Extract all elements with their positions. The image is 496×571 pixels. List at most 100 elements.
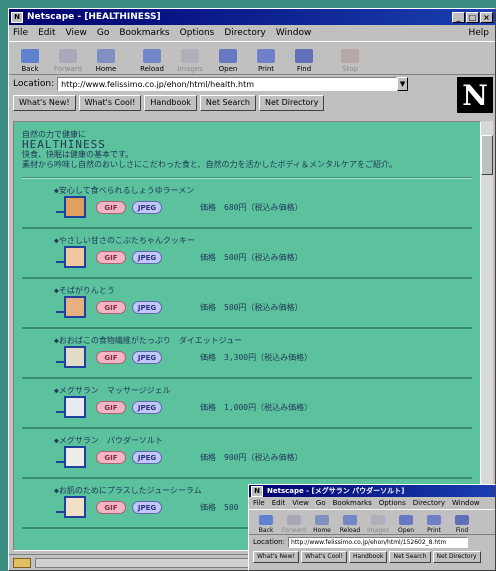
menu-file[interactable]: File <box>13 28 28 38</box>
menu-options[interactable]: Options <box>180 28 215 38</box>
jpeg-button[interactable]: JPEG <box>132 301 162 314</box>
location-dropdown-icon[interactable]: ▼ <box>397 77 409 91</box>
gif-button[interactable]: GIF <box>96 351 126 364</box>
find-button[interactable]: Find <box>449 510 475 534</box>
title-bar[interactable]: N Netscape - [HEALTHINESS] _ □ × <box>9 9 495 25</box>
forward-button[interactable]: Forward <box>281 510 307 534</box>
menu-bookmarks[interactable]: Bookmarks <box>333 499 372 507</box>
net-search-button[interactable]: Net Search <box>389 550 431 563</box>
find-button[interactable]: Find <box>287 43 321 73</box>
home-button[interactable]: Home <box>89 43 123 73</box>
whats-cool-button[interactable]: What's Cool! <box>300 550 348 563</box>
location-input[interactable] <box>57 77 398 91</box>
reload-button[interactable]: Reload <box>337 510 363 534</box>
product-name: ◆メグサラン パウダーソルト <box>54 436 163 445</box>
product-item: ◆メグサラン マッサージジェル GIF JPEG 価格 1,000円（税込み価格… <box>22 379 472 429</box>
jpeg-button[interactable]: JPEG <box>132 251 162 264</box>
home-label: Home <box>95 65 117 73</box>
net-directory-button[interactable]: Net Directory <box>432 550 481 563</box>
net-search-button[interactable]: Net Search <box>199 95 256 111</box>
reload-icon <box>143 49 161 63</box>
minimize-button[interactable]: _ <box>452 11 465 23</box>
open-button[interactable]: Open <box>211 43 245 73</box>
popup-title-bar[interactable]: N Netscape - [メグサラン パウダーソルト] <box>249 485 495 497</box>
images-button[interactable]: Images <box>365 510 391 534</box>
gif-button[interactable]: GIF <box>96 251 126 264</box>
whats-cool-button[interactable]: What's Cool! <box>78 95 142 111</box>
product-thumbnail[interactable] <box>64 246 86 268</box>
open-button[interactable]: Open <box>393 510 419 534</box>
print-label: Print <box>427 527 441 534</box>
product-thumbnail[interactable] <box>64 296 86 318</box>
whats-new-button[interactable]: What's New! <box>13 95 76 111</box>
images-button[interactable]: Images <box>173 43 207 73</box>
jpeg-button[interactable]: JPEG <box>132 451 162 464</box>
binoculars-icon <box>455 515 469 525</box>
menu-directory[interactable]: Directory <box>413 499 445 507</box>
product-thumbnail[interactable] <box>64 396 86 418</box>
menu-bookmarks[interactable]: Bookmarks <box>119 28 169 38</box>
back-arrow-icon <box>21 49 39 63</box>
netscape-n-logo-icon[interactable]: N <box>457 77 493 113</box>
binoculars-icon <box>295 49 313 63</box>
gif-button[interactable]: GIF <box>96 451 126 464</box>
back-button[interactable]: Back <box>253 510 279 534</box>
whats-new-button[interactable]: What's New! <box>253 550 299 563</box>
menu-window[interactable]: Window <box>452 499 480 507</box>
print-button[interactable]: Print <box>421 510 447 534</box>
menu-view[interactable]: View <box>66 28 87 38</box>
menu-options[interactable]: Options <box>379 499 406 507</box>
scroll-thumb[interactable] <box>481 135 493 175</box>
menu-help[interactable]: Help <box>468 28 489 38</box>
gif-button[interactable]: GIF <box>96 301 126 314</box>
menu-edit[interactable]: Edit <box>38 28 55 38</box>
images-label: Images <box>177 65 203 73</box>
net-directory-button[interactable]: Net Directory <box>258 95 325 111</box>
product-price: 価格 3,300円（税込み価格） <box>200 353 313 362</box>
popup-directory-buttons: What's New! What's Cool! Handbook Net Se… <box>249 549 495 564</box>
jpeg-button[interactable]: JPEG <box>132 501 162 514</box>
product-item: ◆やさしい甘さのこぶたちゃんクッキー GIF JPEG 価格 500円（税込み価… <box>22 229 472 279</box>
product-price: 価格 500円（税込み価格） <box>200 303 303 312</box>
popup-location-bar: Location: <box>249 535 495 549</box>
menu-window[interactable]: Window <box>276 28 312 38</box>
open-label: Open <box>397 527 415 534</box>
product-thumbnail[interactable] <box>64 346 86 368</box>
product-thumbnail[interactable] <box>64 446 86 468</box>
gif-button[interactable]: GIF <box>96 401 126 414</box>
forward-label: Forward <box>53 65 83 73</box>
reload-button[interactable]: Reload <box>135 43 169 73</box>
menu-view[interactable]: View <box>292 499 309 507</box>
product-price: 価格 900円（税込み価格） <box>200 453 303 462</box>
back-button[interactable]: Back <box>13 43 47 73</box>
menu-directory[interactable]: Directory <box>224 28 265 38</box>
home-icon <box>97 49 115 63</box>
jpeg-button[interactable]: JPEG <box>132 201 162 214</box>
forward-button[interactable]: Forward <box>51 43 85 73</box>
product-price: 価格 500 <box>200 503 239 512</box>
jpeg-button[interactable]: JPEG <box>132 351 162 364</box>
print-button[interactable]: Print <box>249 43 283 73</box>
images-label: Images <box>367 527 389 534</box>
location-label: Location: <box>253 538 285 546</box>
menu-edit[interactable]: Edit <box>272 499 286 507</box>
netscape-logo-icon: N <box>251 485 263 497</box>
location-input[interactable] <box>287 536 468 548</box>
jpeg-button[interactable]: JPEG <box>132 401 162 414</box>
popup-toolbar: Back Forward Home Reload Images Open Pri… <box>249 509 495 535</box>
product-thumbnail[interactable] <box>64 496 86 518</box>
menu-go[interactable]: Go <box>97 28 109 38</box>
menu-file[interactable]: File <box>253 499 265 507</box>
handbook-button[interactable]: Handbook <box>144 95 197 111</box>
close-button[interactable]: × <box>480 11 493 23</box>
product-name: ◆安心して食べられるしょうゆラーメン <box>54 186 195 195</box>
images-icon <box>371 515 385 525</box>
product-thumbnail[interactable] <box>64 196 86 218</box>
stop-button[interactable]: Stop <box>333 43 367 73</box>
menu-go[interactable]: Go <box>316 499 326 507</box>
gif-button[interactable]: GIF <box>96 201 126 214</box>
gif-button[interactable]: GIF <box>96 501 126 514</box>
maximize-button[interactable]: □ <box>466 11 479 23</box>
handbook-button[interactable]: Handbook <box>349 550 388 563</box>
home-button[interactable]: Home <box>309 510 335 534</box>
